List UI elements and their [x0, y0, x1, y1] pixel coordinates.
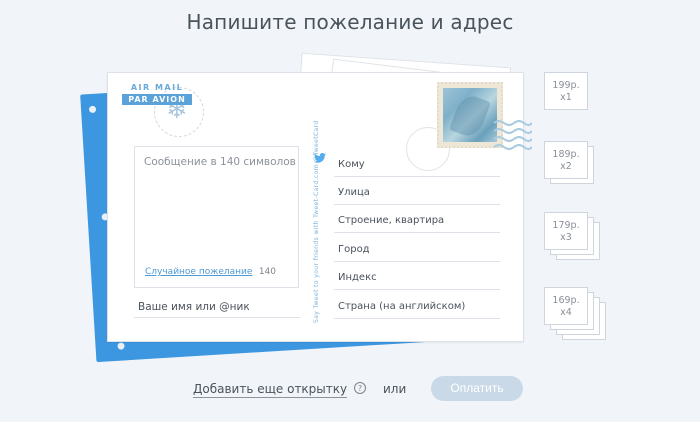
price-option-1[interactable]: 199р. x1	[544, 72, 588, 110]
or-text: или	[383, 382, 407, 396]
name-input[interactable]: Ваше имя или @ник	[134, 298, 300, 318]
zip-input[interactable]: Индекс	[334, 262, 500, 290]
help-icon[interactable]: ?	[354, 382, 366, 394]
char-counter: 140	[258, 267, 276, 277]
price-option-4[interactable]: 169р. x4	[544, 287, 588, 325]
stamp-image	[443, 88, 497, 142]
price-value: 169р.	[552, 295, 580, 306]
postcard-divider: Say Tweet to your friends with Tweet-Car…	[312, 101, 322, 323]
vertical-promo-text: Say Tweet to your friends with Tweet-Car…	[313, 120, 320, 323]
price-option-2[interactable]: 189р. x2	[544, 141, 588, 179]
price-qty: x3	[560, 232, 572, 243]
page-title: Напишите пожелание и адрес	[186, 10, 514, 34]
price-qty: x1	[560, 92, 572, 103]
airmail-label: AIR MAIL PAR AVION	[122, 83, 192, 113]
airmail-line1: AIR MAIL	[130, 83, 184, 92]
message-placeholder: Сообщение в 140 символов	[144, 156, 296, 168]
price-option-3[interactable]: 179р. x3	[544, 212, 588, 250]
price-value: 179р.	[552, 220, 580, 231]
add-card-link[interactable]: Добавить еще открытку	[193, 382, 348, 398]
price-qty: x4	[560, 307, 572, 318]
postcard: ❄ AIR MAIL PAR AVION Сообщение в 140 сим…	[107, 72, 532, 342]
city-input[interactable]: Город	[334, 234, 500, 262]
to-input[interactable]: Кому	[334, 149, 500, 177]
price-value: 189р.	[552, 149, 580, 160]
price-qty: x2	[560, 161, 572, 172]
card-hole	[88, 105, 97, 114]
building-input[interactable]: Строение, квартира	[334, 205, 500, 233]
random-wish-link[interactable]: Случайное пожелание	[145, 267, 252, 277]
card-hole	[117, 342, 125, 350]
country-input[interactable]: Страна (на английском)	[334, 291, 500, 319]
street-input[interactable]: Улица	[334, 177, 500, 205]
price-value: 199р.	[552, 80, 580, 91]
postmark-waves-icon	[493, 120, 532, 150]
pay-button[interactable]: Оплатить	[431, 376, 523, 401]
twitter-bird-icon	[314, 153, 326, 163]
message-textarea[interactable]: Сообщение в 140 символов Случайное пожел…	[134, 146, 299, 288]
airmail-line2: PAR AVION	[122, 94, 192, 105]
